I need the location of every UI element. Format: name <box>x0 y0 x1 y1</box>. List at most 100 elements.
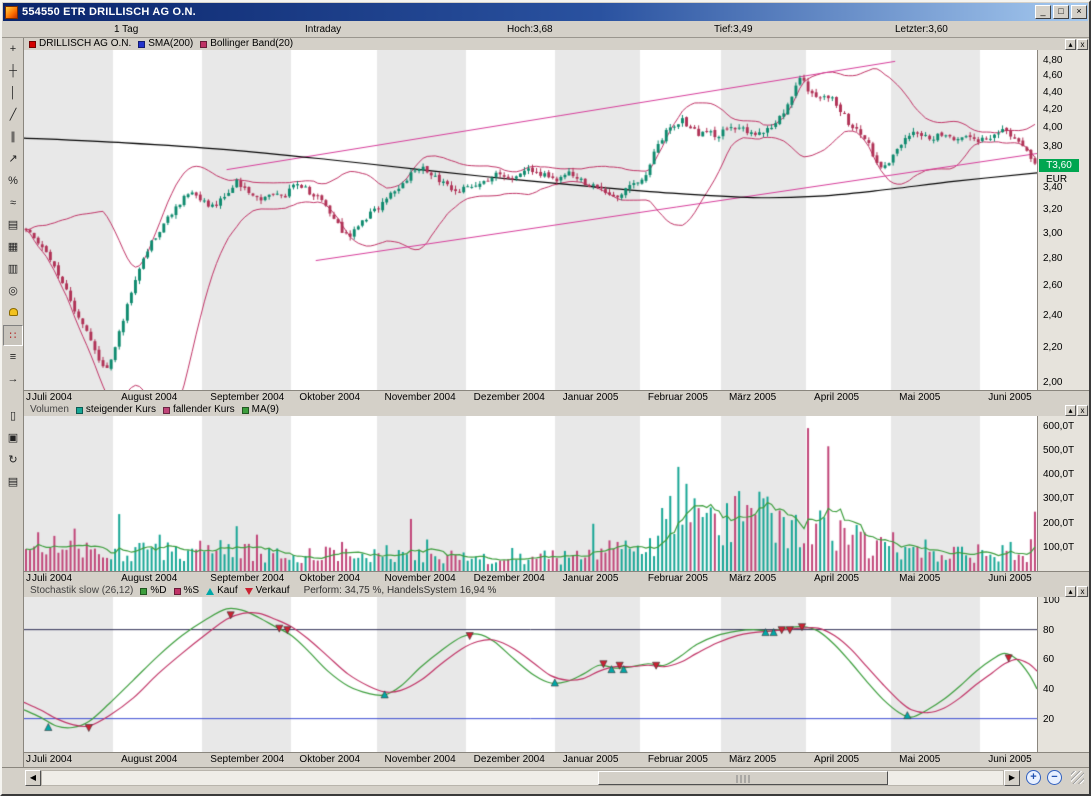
xaxis-month-label: August 2004 <box>121 573 177 584</box>
print-tool[interactable]: ▤ <box>3 472 23 493</box>
drawing-toolbar: +┼│╱∥↗%≈▤▦▥◎∷≡→▯▣↻▤ <box>2 38 24 767</box>
ray-tool[interactable]: ↗ <box>3 149 23 170</box>
price-tick-label: 3,00 <box>1043 228 1062 239</box>
resize-grip[interactable] <box>1071 771 1084 784</box>
percent-retracement-tool[interactable]: % <box>3 171 23 192</box>
trendline-tool[interactable]: ╱ <box>3 105 23 126</box>
parallel-lines-tool[interactable]: ∥ <box>3 127 23 148</box>
ma9-swatch <box>242 407 249 414</box>
stochastic-tick-label: 80 <box>1043 625 1054 636</box>
price-tick-label: 3,80 <box>1043 141 1062 152</box>
window-title: 554550 ETR DRILLISCH AG O.N. <box>22 6 1033 18</box>
title-bar[interactable]: 554550 ETR DRILLISCH AG O.N. _ □ × <box>3 3 1088 21</box>
volume-tick-label: 400,0T <box>1043 469 1074 480</box>
volume-panel-close-button[interactable]: x <box>1077 405 1088 416</box>
bars-pattern-tool[interactable]: ▥ <box>3 259 23 280</box>
scrollbar-thumb[interactable] <box>598 771 888 785</box>
app-window: 554550 ETR DRILLISCH AG O.N. _ □ × 1 Tag… <box>0 0 1091 796</box>
bollinger-legend-label: Bollinger Band(20) <box>210 38 293 50</box>
grid-tool[interactable]: ▦ <box>3 237 23 258</box>
scroll-right-button[interactable]: ▶ <box>1004 770 1020 786</box>
xaxis-month-label: Oktober 2004 <box>299 754 360 765</box>
mode-label[interactable]: Intraday <box>305 24 341 35</box>
xaxis-month-label: März 2005 <box>729 392 776 403</box>
price-panel: DRILLISCH AG O.N. SMA(200) Bollinger Ban… <box>24 38 1089 404</box>
volume-title-label: Volumen <box>30 404 69 416</box>
price-tick-label: 2,20 <box>1043 342 1062 353</box>
price-tick-label: 4,20 <box>1043 104 1062 115</box>
scroll-left-button[interactable]: ◀ <box>25 770 41 786</box>
xaxis-month-label: April 2005 <box>814 573 859 584</box>
volume-axis: 600,0T500,0T400,0T300,0T200,0T100,0T <box>1037 416 1089 571</box>
xaxis-month-label: Oktober 2004 <box>299 392 360 403</box>
minimize-button[interactable]: _ <box>1035 5 1051 19</box>
zoom-out-button[interactable]: − <box>1047 770 1062 785</box>
down-volume-label: fallender Kurs <box>173 404 235 416</box>
delete-tool[interactable]: ▯ <box>3 406 23 427</box>
app-icon <box>5 6 18 19</box>
crosshair-tool[interactable]: ┼ <box>3 61 23 82</box>
sma-legend-swatch <box>138 41 145 48</box>
volume-tick-label: 200,0T <box>1043 518 1074 529</box>
price-tick-label: 2,60 <box>1043 280 1062 291</box>
stochastic-title-label: Stochastik slow (26,12) <box>30 585 133 597</box>
sell-label: Verkauf <box>256 585 290 597</box>
price-legend-label: DRILLISCH AG O.N. <box>39 38 131 50</box>
stochastic-tick-label: 20 <box>1043 714 1054 725</box>
last-label: Letzter:3,60 <box>895 24 948 35</box>
text-note-tool[interactable]: ≡ <box>3 347 23 368</box>
low-label: Tief:3,49 <box>714 24 753 35</box>
xaxis-month-label: Januar 2005 <box>563 754 619 765</box>
zoom-in-button[interactable]: + <box>1026 770 1041 785</box>
marker-dots-tool[interactable]: ∷ <box>3 325 23 346</box>
stochastic-panel: Stochastik slow (26,12) %D %S Kauf Verka… <box>24 585 1089 767</box>
volume-tick-label: 100,0T <box>1043 542 1074 553</box>
volume-panel-collapse-button[interactable]: ▴ <box>1065 405 1076 416</box>
volume-chart-canvas[interactable] <box>24 416 1037 571</box>
last-price-badge: T3,60 <box>1039 159 1079 172</box>
stochastic-tick-label: 60 <box>1043 654 1054 665</box>
maximize-button[interactable]: □ <box>1053 5 1069 19</box>
price-chart-canvas[interactable] <box>24 50 1037 390</box>
arrow-annotation-tool[interactable]: → <box>3 369 23 390</box>
buy-label: Kauf <box>217 585 238 597</box>
stoch-d-label: %D <box>150 585 166 597</box>
stochastic-panel-collapse-button[interactable]: ▴ <box>1065 586 1076 597</box>
stochastic-panel-close-button[interactable]: x <box>1077 586 1088 597</box>
xaxis-lead-label: J <box>26 573 31 584</box>
ma9-label: MA(9) <box>252 404 279 416</box>
xaxis-month-label: Februar 2005 <box>648 754 708 765</box>
ellipse-tool[interactable]: ◎ <box>3 281 23 302</box>
period-label[interactable]: 1 Tag <box>114 24 138 35</box>
xaxis-month-label: April 2005 <box>814 754 859 765</box>
xaxis-month-label: Dezember 2004 <box>474 392 545 403</box>
volume-panel-header: Volumen steigender Kurs fallender Kurs M… <box>24 404 1089 416</box>
save-tool[interactable]: ▣ <box>3 428 23 449</box>
levels-tool[interactable]: ▤ <box>3 215 23 236</box>
horizontal-scrollbar: ◀ ▶ + − <box>2 767 1089 787</box>
alert-bell-tool[interactable] <box>3 303 23 324</box>
stochastic-chart-canvas[interactable] <box>24 597 1037 752</box>
xaxis-month-label: November 2004 <box>385 754 456 765</box>
cursor-line-tool[interactable]: │ <box>3 83 23 104</box>
xaxis-month-label: August 2004 <box>121 754 177 765</box>
price-panel-collapse-button[interactable]: ▴ <box>1065 39 1076 50</box>
xaxis-month-label: Dezember 2004 <box>474 573 545 584</box>
xaxis-month-label: Februar 2005 <box>648 573 708 584</box>
xaxis-month-label: Januar 2005 <box>563 392 619 403</box>
stochastic-xaxis: JJuli 2004August 2004September 2004Oktob… <box>24 752 1089 767</box>
close-button[interactable]: × <box>1071 5 1087 19</box>
price-panel-close-button[interactable]: x <box>1077 39 1088 50</box>
volume-tick-label: 300,0T <box>1043 493 1074 504</box>
refresh-tool[interactable]: ↻ <box>3 450 23 471</box>
xaxis-month-label: September 2004 <box>210 754 284 765</box>
price-tick-label: 2,80 <box>1043 253 1062 264</box>
pointer-tool[interactable]: + <box>3 39 23 60</box>
stochastic-axis: 10080604020 <box>1037 597 1089 752</box>
scrollbar-track[interactable] <box>41 770 1004 786</box>
down-volume-swatch <box>163 407 170 414</box>
price-tick-label: 4,60 <box>1043 70 1062 81</box>
wave-tool[interactable]: ≈ <box>3 193 23 214</box>
price-xaxis: JJuli 2004August 2004September 2004Oktob… <box>24 390 1089 404</box>
xaxis-month-label: Dezember 2004 <box>474 754 545 765</box>
